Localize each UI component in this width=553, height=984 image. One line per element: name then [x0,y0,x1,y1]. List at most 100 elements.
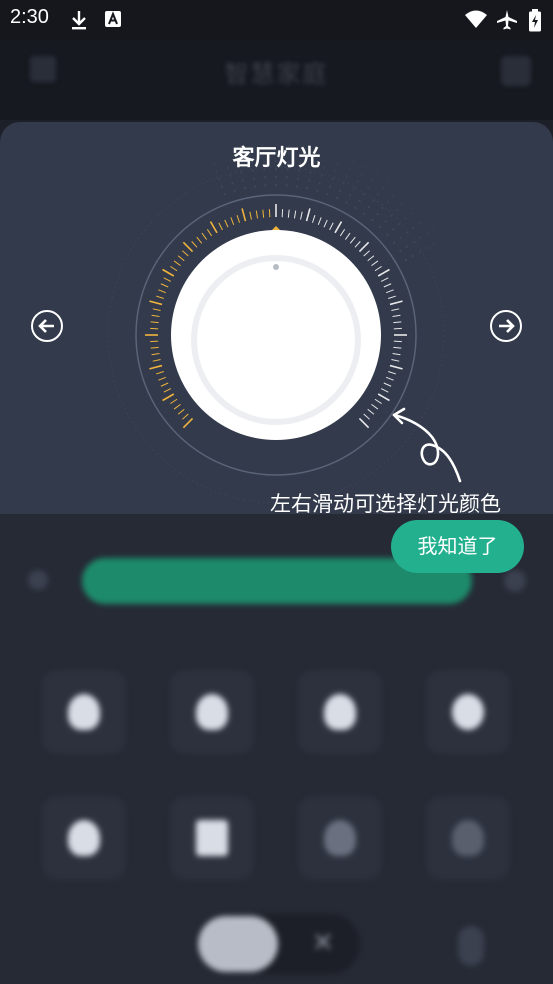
decor-dot [386,233,389,236]
dial-tick [230,217,235,226]
decor-dot [254,185,257,188]
brightness-low-icon [28,570,48,590]
dial-knob[interactable] [171,230,381,440]
decor-dot [316,189,319,192]
decor-dot [419,236,422,239]
toggle-icon [198,916,278,972]
decor-dot [233,189,236,192]
dial-tick [287,209,290,218]
dial-tick [170,265,178,272]
decor-dot [392,228,395,231]
arrow-left-circle-icon[interactable] [31,310,63,342]
decor-dot [372,199,375,202]
decor-dot [345,201,348,204]
decor-dot [363,212,366,215]
dial-tick [163,388,172,393]
dial-tick [201,232,208,240]
dial-tick [354,241,361,248]
dial-tick [317,217,322,226]
mode-button[interactable] [42,670,126,754]
dial-tick [152,308,161,311]
decor-dot [243,187,246,190]
dial-tick [391,359,400,362]
mode-button[interactable] [42,796,126,880]
mode-button[interactable] [170,796,254,880]
decor-dot [439,238,442,242]
decor-dot [381,206,384,209]
curved-pointer-arrow-icon [392,407,462,483]
bulb-icon [324,694,356,730]
decor-dot [381,186,385,189]
dial-tick [177,408,185,415]
mode-button[interactable] [426,796,510,880]
power-toggle[interactable]: ✕ [196,914,360,974]
decor-dot [397,188,400,191]
dial-tick [262,209,265,218]
decor-dot [320,174,323,177]
status-bar: 2:30 [0,0,553,40]
a-notification-icon [104,9,122,33]
card-title: 客厅灯光 [232,146,321,171]
dial-tick [156,370,164,375]
dial-tick [367,255,375,262]
color-dial[interactable] [0,122,553,514]
dial-tick [163,277,172,282]
decor-dot [386,180,389,183]
dial-tick [380,388,389,393]
decor-dot [360,173,363,176]
decor-dot [376,212,379,216]
dial-tick [293,210,297,219]
decor-dot [401,202,404,206]
decor-dot [371,179,374,182]
dial-tick [371,403,379,410]
decor-dot [264,184,267,187]
got-it-button[interactable]: 我知道了 [391,520,524,573]
decor-dot [218,177,221,181]
mode-button[interactable] [426,670,510,754]
dial-tick [371,260,379,267]
dial-tick [182,417,194,429]
dial-tick [374,398,382,405]
dial-tick [349,236,356,244]
dial-tick [329,222,334,231]
dial-tick [149,364,163,370]
dial-tick [385,376,394,381]
dial-tick [344,232,351,240]
dial-tick [182,413,189,420]
dial-tick [206,229,213,237]
status-time: 2:30 [10,6,49,28]
mode-button[interactable] [170,670,254,754]
moon-icon [452,694,484,730]
blurred-controls: ✕ [0,514,553,984]
dial-tick [152,359,161,362]
dial-tick [158,289,167,294]
dial-tick [363,413,370,420]
decor-dot [405,231,408,234]
decor-dot [220,185,224,188]
home-icon[interactable] [501,56,531,86]
wifi-icon [464,9,488,33]
leaf-icon [68,820,100,856]
mode-button[interactable] [298,796,382,880]
decor-dot [412,226,415,229]
dial-tick [162,268,175,277]
decor-dot [386,200,389,203]
decor-dot [367,206,370,209]
decor-dot [354,206,357,209]
decor-dot [252,177,256,180]
mode-button[interactable] [298,670,382,754]
mic-icon[interactable] [458,926,484,966]
decor-dot [335,196,339,200]
dial-tick [149,300,163,306]
decor-dot [375,172,378,175]
dial-tick [196,236,203,244]
dial-tick [255,210,259,219]
decor-dot [404,258,408,262]
decor-dot [424,216,427,220]
decor-dot [379,225,382,229]
arrow-right-circle-icon[interactable] [490,310,522,342]
dial-tick [367,408,375,415]
dial-tick [385,289,394,294]
bulb-icon [196,694,228,730]
decor-dot [377,193,380,196]
